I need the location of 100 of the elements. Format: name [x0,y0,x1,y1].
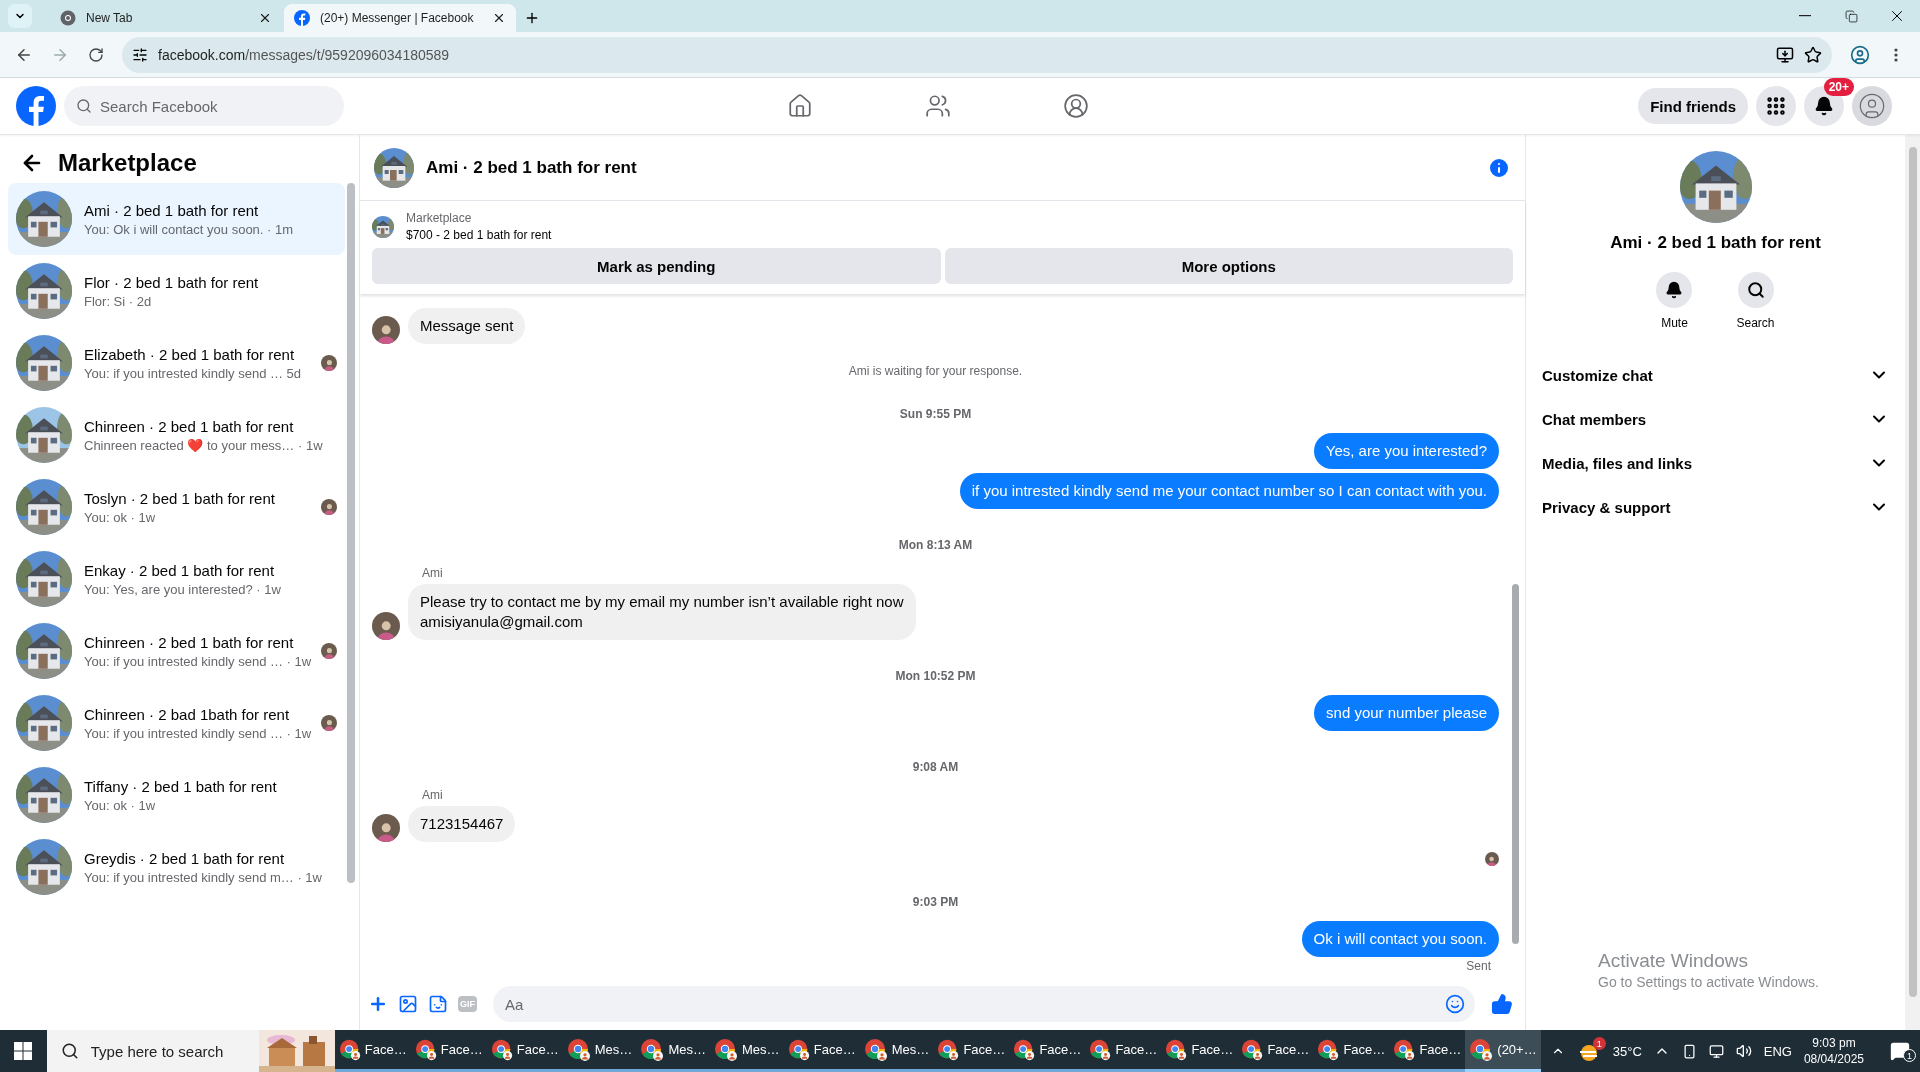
conversation-item[interactable]: Chinreen · 2 bed 1 bath for rent Chinreen reacted ❤ to your mess… · 1w [8,399,345,471]
seen-avatar-icon [321,715,337,731]
address-bar[interactable]: facebook.com/messages/t/9592096034180589 [122,36,1832,73]
section-header[interactable]: Privacy & support [1534,485,1897,529]
taskbar-app[interactable]: Face… [1161,1030,1238,1072]
sent-status: Sent [1466,959,1491,973]
taskbar-app[interactable]: Mes… [859,1030,934,1072]
conversation-item[interactable]: Ami · 2 bed 1 bath for rent You: Ok i will contact you soon. · 1m [8,183,345,255]
section-header[interactable]: Media, files and links [1534,441,1897,485]
star-icon[interactable] [1804,45,1822,64]
sender-name: Ami [422,788,444,802]
browser-icon [338,1037,361,1062]
search-button[interactable]: Search [1730,271,1781,331]
bell-icon [1665,281,1684,299]
avatar-icon [372,612,400,640]
browser-icon [1393,1037,1416,1062]
conversation-title: Toslyn · 2 bed 1 bath for rent [84,489,276,507]
network-icon[interactable] [1708,1043,1724,1059]
phone-icon[interactable] [1681,1043,1697,1059]
conversation-item[interactable]: Toslyn · 2 bed 1 bath for rent You: ok · 1w [8,471,345,543]
browser-icon [1165,1037,1188,1062]
add-icon[interactable] [368,994,388,1014]
timestamp: 9:03 PM [912,895,959,909]
status-text: Ami is waiting for your response. [848,364,1023,378]
seen-avatar-icon [321,499,337,515]
taskbar-app[interactable]: Face… [933,1030,1010,1072]
logo-icon[interactable] [16,86,56,126]
conversation-preview: You: ok · 1w [84,509,157,525]
conversation-item[interactable]: Greydis · 2 bed 1 bath for rent You: if you intrested kindly send m… · 1w [8,831,345,903]
conversation-item[interactable]: Enkay · 2 bed 1 bath for rent You: Yes, are you interested? · 1w [8,543,345,615]
message-bubble: 7123154467 [408,806,516,842]
taskbar-app[interactable]: Face… [410,1030,487,1072]
browser-icon [863,1037,888,1062]
account-button[interactable] [1852,86,1892,126]
taskbar-app[interactable]: Mes… [562,1030,637,1072]
activation-subtitle: Go to Settings to activate Windows. [1598,974,1819,990]
taskbar-app[interactable]: Face… [1085,1030,1162,1072]
browser-tab[interactable]: (20+) Messenger | Facebook [284,4,516,32]
install-icon[interactable] [1776,45,1794,64]
sidebar-title: Marketplace [58,149,197,177]
timestamp: Mon 10:52 PM [895,669,976,683]
conversation-item[interactable]: Chinreen · 2 bed 1 bath for rent You: if you intrested kindly send … · 1w [8,615,345,687]
language-indicator[interactable]: ENG [1763,1043,1792,1059]
search-icon [76,98,92,114]
conversation-item[interactable]: Chinreen · 2 bad 1bath for rent You: if you intrested kindly send … · 1w [8,687,345,759]
browser-icon [1013,1037,1036,1062]
notification-badge: 1 [1903,1049,1916,1062]
taskbar-app[interactable]: Mes… [636,1030,711,1072]
volume-icon[interactable] [1735,1043,1752,1059]
taskbar-app[interactable]: Face… [1237,1030,1314,1072]
listing-summary: $700 - 2 bed 1 bath for rent [406,228,552,242]
browser-icon [787,1037,810,1062]
message-bubble: if you intrested kindly send me your contact number so I can contact with you. [959,473,1499,509]
home-icon [787,93,813,119]
browser-tab[interactable]: New Tab [50,4,282,32]
avatar-icon [372,814,400,842]
conversation-item[interactable]: Tiffany · 2 bed 1 bath for rent You: ok · 1w [8,759,345,831]
like-icon[interactable] [1491,993,1513,1015]
search-field[interactable]: Search Facebook [64,86,344,126]
logo-icon [294,10,310,26]
taskbar-search[interactable]: Type here to search [46,1030,259,1072]
minimize-icon [1799,15,1811,17]
taskbar-app[interactable]: (20+… [1465,1030,1541,1072]
conversation-title: Elizabeth · 2 bed 1 bath for rent [84,345,296,363]
browser-icon [1089,1037,1112,1062]
weather-badge: 1 [1592,1037,1606,1050]
taskbar-app[interactable]: Face… [1009,1030,1086,1072]
emoji-icon[interactable] [1445,994,1465,1014]
taskbar-app[interactable]: Face… [1313,1030,1390,1072]
seen-avatar-icon [321,355,337,371]
conversation-title: Ami · 2 bed 1 bath for rent [84,201,260,219]
mute-button[interactable]: Mute [1650,271,1699,331]
conversation-item[interactable]: Flor · 2 bed 1 bath for rent Flor: Si · 2d [8,255,345,327]
message-bubble: snd your number please [1314,695,1499,731]
message-field[interactable]: Aa [493,986,1475,1022]
taskbar-app[interactable]: Face… [486,1030,563,1072]
conversation-title: Chinreen · 2 bed 1 bath for rent [84,417,295,435]
listing-label: Marketplace [406,211,473,225]
close-icon[interactable] [258,11,272,25]
clock[interactable]: 9:03 pm 08/04/2025 [1803,1035,1864,1067]
action-button[interactable]: More options [944,248,1513,284]
sticker-icon[interactable] [428,994,448,1014]
browser-icon [1469,1037,1494,1062]
timestamp: Sun 9:55 PM [899,407,972,421]
tab-search-button[interactable] [8,4,32,28]
taskbar-app[interactable]: Mes… [710,1030,784,1072]
windows-icon [14,1042,33,1060]
conversation-item[interactable]: Elizabeth · 2 bed 1 bath for rent You: if you intrested kindly send … 5d [8,327,345,399]
close-icon[interactable] [492,11,506,25]
taskbar-app[interactable]: Face… [783,1030,860,1072]
section-header[interactable]: Customize chat [1534,353,1897,397]
section-header[interactable]: Chat members [1534,397,1897,441]
image-icon[interactable] [398,994,418,1014]
find-friends-button[interactable]: Find friends [1638,88,1748,124]
taskbar-app[interactable]: Face… [334,1030,411,1072]
site-settings-icon[interactable] [132,46,148,63]
menu-button[interactable] [1756,86,1796,126]
browser-icon [60,10,76,26]
action-button[interactable]: Mark as pending [372,248,941,284]
conversation-title: Chinreen · 2 bad 1bath for rent [84,705,291,723]
